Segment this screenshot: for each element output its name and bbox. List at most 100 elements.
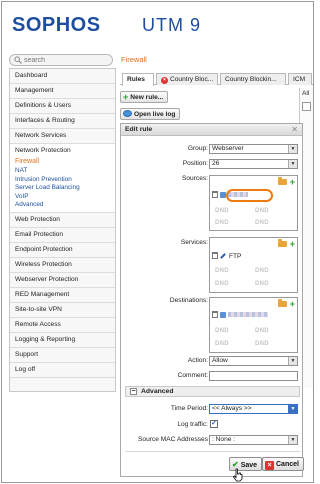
collapse-icon[interactable]: − bbox=[130, 388, 137, 395]
sidebar-subitem-server-load-balancing[interactable]: Server Load Balancing bbox=[10, 184, 115, 193]
dnd-placeholder: DND bbox=[215, 268, 229, 274]
sidebar-subitem-nat[interactable]: NAT bbox=[10, 167, 115, 176]
chevron-down-icon: ▼ bbox=[288, 160, 297, 168]
tab-rules-label: Rules bbox=[127, 76, 145, 83]
source-mac-value: : None : bbox=[212, 436, 236, 443]
dnd-placeholder: DND bbox=[215, 341, 229, 347]
sidebar-subitem-intrusion-prevention[interactable]: Intrusion Prevention bbox=[10, 176, 115, 185]
sidebar-subitem-advanced[interactable]: Advanced bbox=[10, 201, 115, 210]
highlight-circle bbox=[226, 189, 273, 202]
filter-checkbox[interactable] bbox=[302, 102, 311, 111]
sidebar-item-wireless-protection[interactable]: Wireless Protection bbox=[10, 257, 115, 273]
new-rule-button[interactable]: + New rule... bbox=[120, 91, 169, 103]
search-box[interactable] bbox=[9, 54, 113, 66]
service-icon bbox=[220, 253, 226, 259]
dnd-placeholder: DND bbox=[255, 208, 269, 214]
add-icon[interactable]: + bbox=[290, 239, 295, 249]
cancel-button[interactable]: × Cancel bbox=[262, 457, 304, 471]
advanced-section-header[interactable]: − Advanced bbox=[125, 386, 300, 397]
source-mac-select[interactable]: : None : ▼ bbox=[209, 435, 298, 445]
plus-icon: + bbox=[123, 92, 129, 102]
sidebar-item-definitions-users[interactable]: Definitions & Users bbox=[10, 99, 115, 114]
sidebar-item-logging-reporting[interactable]: Logging & Reporting bbox=[10, 332, 115, 348]
trash-icon[interactable] bbox=[212, 252, 218, 259]
open-live-log-button[interactable]: Open live log bbox=[120, 108, 181, 120]
sidebar-subitem-firewall[interactable]: Firewall bbox=[10, 157, 115, 167]
trash-icon[interactable] bbox=[212, 311, 218, 318]
sidebar-item-red-management[interactable]: RED Management bbox=[10, 287, 115, 303]
host-icon bbox=[220, 312, 226, 318]
cancel-label: Cancel bbox=[276, 461, 299, 468]
sidebar-subitem-voip[interactable]: VoIP bbox=[10, 193, 115, 202]
action-select[interactable]: Allow ▼ bbox=[209, 356, 298, 366]
chevron-down-icon: ▼ bbox=[288, 357, 297, 365]
position-label: Position: bbox=[182, 160, 208, 167]
add-icon[interactable]: + bbox=[290, 177, 295, 187]
sources-box[interactable]: + DND DND DND DND bbox=[209, 175, 298, 231]
folder-icon[interactable] bbox=[277, 177, 287, 185]
tab-rules[interactable]: Rules bbox=[122, 73, 154, 86]
action-value: Allow bbox=[212, 357, 228, 364]
filter-all-label: All bbox=[302, 90, 310, 97]
group-value: Webserver bbox=[212, 145, 244, 152]
cancel-icon: × bbox=[265, 461, 274, 470]
sources-entry[interactable] bbox=[212, 189, 273, 202]
sidebar-item-email-protection[interactable]: Email Protection bbox=[10, 227, 115, 243]
services-entry[interactable]: FTP bbox=[212, 252, 241, 262]
search-input[interactable] bbox=[24, 55, 109, 65]
time-period-value: << Always >> bbox=[212, 405, 252, 412]
new-rule-label: New rule... bbox=[130, 94, 164, 101]
product-name: UTM 9 bbox=[142, 15, 201, 35]
time-period-select[interactable]: << Always >> ▼ bbox=[209, 404, 298, 414]
sources-label: Sources: bbox=[181, 175, 208, 182]
sidebar-item-webserver-protection[interactable]: Webserver Protection bbox=[10, 272, 115, 288]
group-select[interactable]: Webserver ▼ bbox=[209, 144, 298, 154]
sidebar-item-log-off[interactable]: Log off bbox=[10, 362, 115, 378]
add-icon[interactable]: + bbox=[290, 299, 295, 309]
tab-country-blocking[interactable]: × Country Bloc... bbox=[156, 73, 218, 85]
destinations-entry[interactable] bbox=[212, 311, 268, 321]
hand-cursor-icon bbox=[232, 468, 243, 482]
sidebar-item-endpoint-protection[interactable]: Endpoint Protection bbox=[10, 242, 115, 258]
comment-field[interactable] bbox=[209, 371, 298, 381]
sidebar-item-support[interactable]: Support bbox=[10, 347, 115, 363]
sidebar-item-management[interactable]: Management bbox=[10, 84, 115, 99]
services-box[interactable]: + FTP DND DND DND DND bbox=[209, 237, 298, 293]
sidebar-item-site-to-site-vpn[interactable]: Site-to-site VPN bbox=[10, 302, 115, 318]
sidebar-item-network-services[interactable]: Network Services bbox=[10, 129, 115, 144]
folder-icon[interactable] bbox=[277, 299, 287, 307]
sidebar: Dashboard Management Definitions & Users… bbox=[9, 68, 116, 392]
header: SOPHOS UTM 9 bbox=[2, 2, 313, 46]
sidebar-item-dashboard[interactable]: Dashboard bbox=[10, 69, 115, 84]
breadcrumb: Firewall bbox=[121, 55, 147, 64]
sidebar-item-web-protection[interactable]: Web Protection bbox=[10, 212, 115, 228]
tab-icmp[interactable]: ICM bbox=[288, 73, 312, 85]
folder-icon[interactable] bbox=[277, 239, 287, 247]
edit-rule-dialog: Edit rule ✕ Group: Webserver ▼ Position:… bbox=[120, 123, 304, 477]
position-value: 26 bbox=[212, 160, 220, 167]
action-label: Action: bbox=[187, 357, 208, 364]
position-select[interactable]: 26 ▼ bbox=[209, 159, 298, 169]
close-icon[interactable]: ✕ bbox=[291, 125, 298, 134]
dnd-placeholder: DND bbox=[255, 341, 269, 347]
services-label: Services: bbox=[180, 239, 208, 246]
chevron-down-icon: ▼ bbox=[288, 405, 297, 413]
trash-icon[interactable] bbox=[212, 191, 218, 198]
search-icon bbox=[14, 56, 22, 64]
group-label: Group: bbox=[187, 145, 208, 152]
sidebar-item-remote-access[interactable]: Remote Access bbox=[10, 317, 115, 333]
destinations-label: Destinations: bbox=[169, 297, 208, 304]
chevron-down-icon: ▼ bbox=[288, 436, 297, 444]
log-traffic-checkbox[interactable]: ✓ bbox=[210, 420, 218, 428]
dnd-placeholder: DND bbox=[255, 328, 269, 334]
time-period-label: Time Period: bbox=[170, 405, 208, 412]
destinations-box[interactable]: + DND DND DND DND bbox=[209, 297, 298, 353]
sidebar-item-interfaces-routing[interactable]: Interfaces & Routing bbox=[10, 114, 115, 129]
window-frame: SOPHOS UTM 9 Firewall Dashboard Manageme… bbox=[1, 1, 314, 483]
tab-bar: Rules × Country Bloc... Country Blockin..… bbox=[120, 72, 313, 86]
tab-country-blocking-exceptions[interactable]: Country Blockin... bbox=[220, 73, 286, 85]
sophos-logo: SOPHOS bbox=[12, 14, 101, 36]
dnd-placeholder: DND bbox=[255, 268, 269, 274]
sidebar-item-network-protection[interactable]: Network Protection bbox=[10, 144, 115, 157]
service-ftp: FTP bbox=[229, 253, 242, 260]
